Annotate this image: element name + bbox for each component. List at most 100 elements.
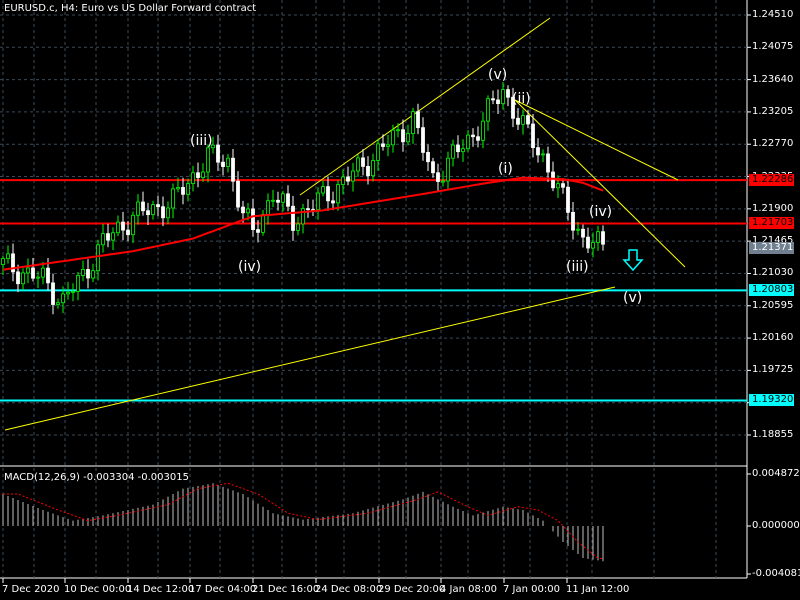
price-label: 1.24075 [752, 41, 794, 53]
price-label: 1.22770 [752, 138, 794, 150]
candle-body [391, 129, 395, 146]
candle-body [71, 291, 75, 293]
candle-body [591, 242, 595, 249]
candle-body [176, 187, 180, 190]
macd-label: MACD(12,26,9) -0.003304 -0.003015 [4, 472, 189, 483]
candle-body [446, 157, 450, 182]
wave-label: (iii) [190, 133, 213, 149]
trend-line [514, 99, 686, 268]
candle-body [256, 229, 260, 233]
candle-body [336, 184, 340, 204]
macd-axis-label: 0.004872 [752, 468, 800, 479]
candle-body [436, 172, 440, 182]
candle-body [356, 157, 360, 172]
wave-label: (iii) [566, 259, 589, 275]
candle-body [381, 143, 385, 147]
candle-body [401, 129, 405, 143]
candle-body [96, 244, 100, 272]
candle-body [91, 270, 95, 279]
price-label: 1.23205 [752, 105, 794, 117]
time-label: 21 Dec 16:00 [252, 584, 320, 595]
candle-body [571, 211, 575, 231]
candle-body [421, 127, 425, 153]
candle-body [171, 188, 175, 209]
candle-body [416, 111, 420, 129]
candle-body [596, 231, 600, 243]
candle-body [491, 98, 495, 101]
candle-body [516, 117, 520, 125]
candle-body [566, 186, 570, 213]
candle-body [301, 208, 305, 225]
candle-body [126, 229, 130, 236]
price-label: 1.23640 [752, 73, 794, 85]
candle-body [131, 214, 135, 236]
price-chart[interactable] [0, 0, 800, 600]
candle-body [136, 201, 140, 216]
candle-body [166, 207, 170, 219]
candle-body [181, 187, 185, 195]
macd-axis-label: -0.004081 [752, 568, 800, 579]
candle-body [41, 267, 45, 278]
candle-body [411, 111, 415, 135]
wave-label: (v) [623, 290, 643, 306]
candle-body [476, 136, 480, 141]
candle-body [1, 258, 5, 265]
candle-body [561, 183, 565, 188]
candle-body [576, 228, 580, 231]
price-tag: 1.21371 [749, 242, 794, 255]
price-tag: 1.19320 [749, 394, 794, 407]
price-tag: 1.22286 [749, 174, 794, 187]
candle-body [556, 183, 560, 189]
candle-body [141, 201, 145, 212]
candle-body [266, 200, 270, 215]
candle-body [496, 99, 500, 105]
candle-body [486, 98, 490, 122]
price-label: 1.24510 [752, 9, 794, 20]
candle-body [306, 208, 310, 211]
candle-body [61, 293, 65, 304]
candle-body [351, 170, 355, 182]
candle-body [236, 180, 240, 208]
candle-body [46, 267, 50, 284]
candle-body [111, 232, 115, 241]
time-label: 7 Dec 2020 [2, 584, 60, 595]
candle-body [206, 147, 210, 173]
candle-body [396, 129, 400, 132]
candle-body [186, 183, 190, 195]
wave-label: (ii) [512, 91, 531, 107]
candle-body [366, 166, 370, 177]
candle-body [86, 268, 90, 279]
price-label: 1.21900 [752, 202, 794, 214]
candle-body [346, 176, 350, 182]
candle-body [281, 193, 285, 203]
candle-body [376, 143, 380, 161]
candle-body [6, 253, 10, 260]
macd-axis-label: 0.000000 [752, 520, 800, 531]
candle-body [241, 206, 245, 214]
candle-body [316, 192, 320, 210]
candle-body [551, 171, 555, 189]
candle-body [471, 134, 475, 138]
candle-body [506, 89, 510, 98]
candle-body [526, 115, 530, 125]
candle-body [521, 115, 525, 125]
candle-body [546, 153, 550, 173]
candle-body [231, 157, 235, 182]
candle-body [216, 144, 220, 163]
candle-body [226, 157, 230, 167]
candle-body [461, 148, 465, 153]
candle-body [261, 214, 265, 233]
candle-body [326, 186, 330, 202]
candle-body [426, 152, 430, 163]
candle-body [481, 120, 485, 141]
candle-body [441, 180, 445, 183]
candle-body [251, 208, 255, 230]
candle-body [451, 144, 455, 159]
wave-label: (iv) [589, 204, 613, 220]
price-label: 1.21030 [752, 267, 794, 279]
candle-body [66, 291, 70, 295]
candle-body [541, 153, 545, 156]
candle-body [341, 176, 345, 185]
candle-body [291, 205, 295, 231]
candle-body [406, 133, 410, 143]
